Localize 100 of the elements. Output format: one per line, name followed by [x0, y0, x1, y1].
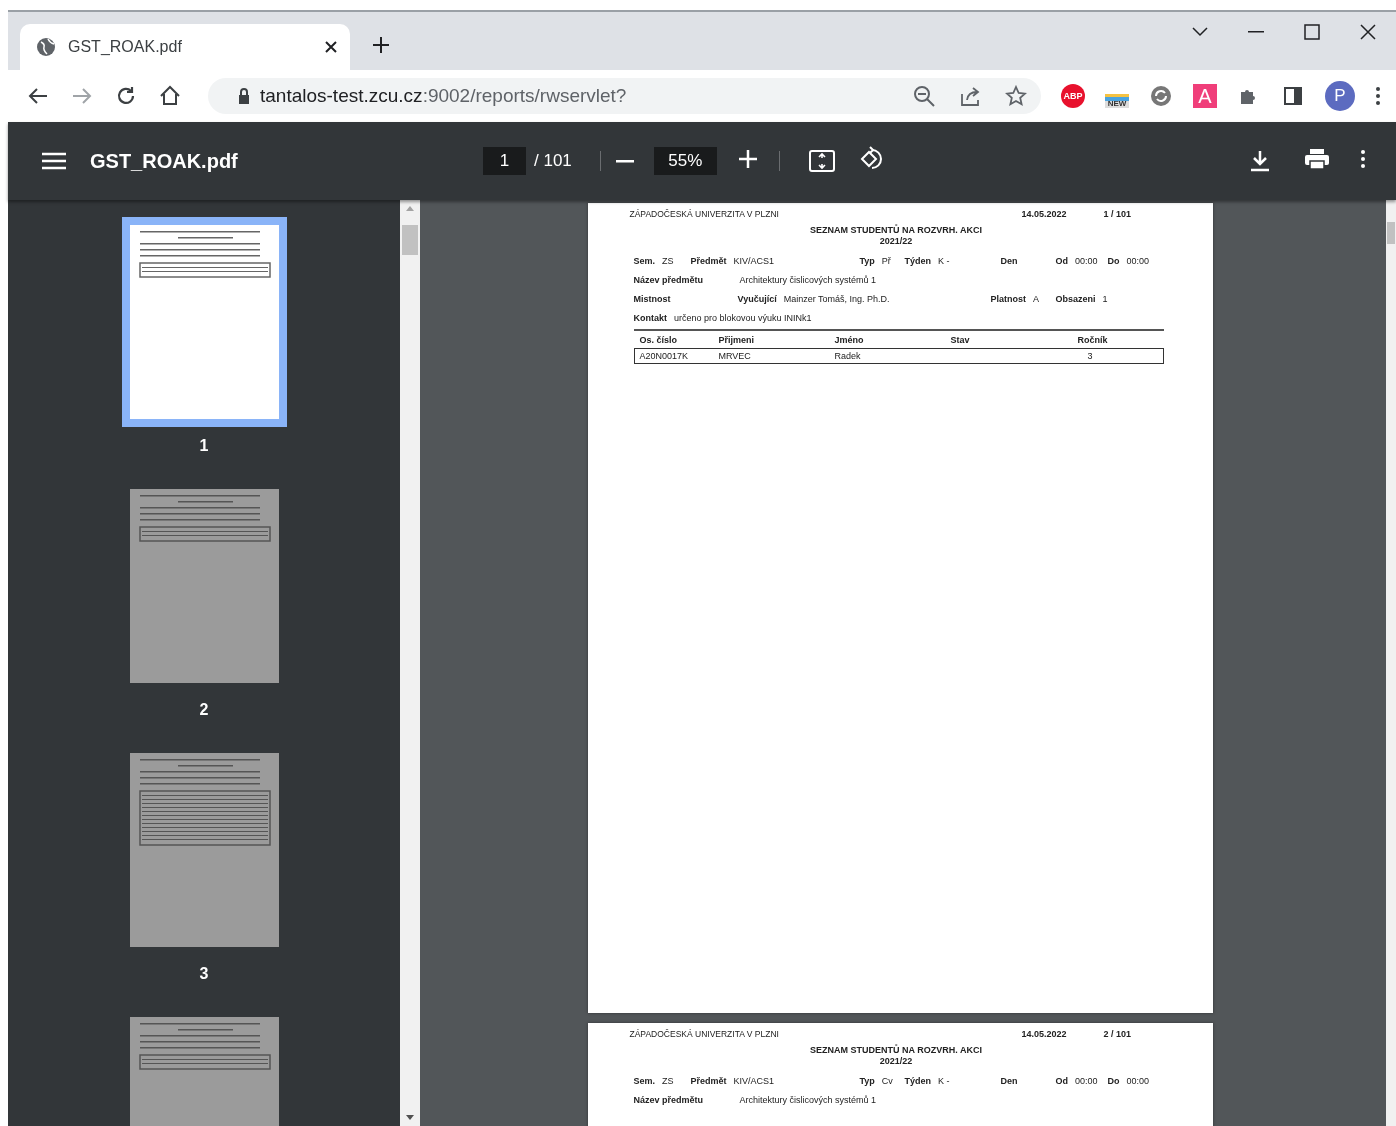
field-value: 00:00 [1126, 256, 1150, 266]
field-value: K - [938, 256, 950, 266]
field-label: Typ [859, 256, 875, 266]
zoom-in-icon[interactable] [738, 150, 757, 168]
scrollbar[interactable] [1386, 200, 1396, 1126]
field-label: Vyučující [737, 294, 777, 304]
field-label: Typ [859, 1076, 875, 1086]
field-label: Předmět [690, 1076, 727, 1086]
field-label: Do [1107, 256, 1120, 266]
field-value: určeno pro blokovou výuku ININk1 [674, 313, 812, 323]
new-tab-icon[interactable] [372, 36, 390, 54]
fit-page-icon[interactable] [808, 150, 835, 172]
field-value: Cv [881, 1076, 893, 1086]
table-cell: Radek [834, 351, 861, 361]
report-date: 14.05.2022 [1021, 1029, 1068, 1039]
field-label: Den [1000, 1076, 1018, 1086]
scroll-down-arrow-icon[interactable] [406, 1115, 414, 1120]
table-cell: MRVEC [718, 351, 751, 361]
rotate-icon[interactable] [858, 146, 885, 172]
report-title: SEZNAM STUDENTŮ NA ROZVRH. AKCI [810, 1045, 982, 1056]
adblock-extension-icon[interactable]: ABP [1061, 84, 1085, 108]
field-label: Název předmětu [633, 275, 705, 285]
share-icon[interactable] [959, 85, 981, 107]
table-cell: 3 [1087, 351, 1093, 361]
field-label: Do [1107, 1076, 1120, 1086]
field-value: Př [881, 256, 891, 266]
page-number: 1 / 101 [1103, 209, 1132, 219]
field-value: Architektury čislicových systémů 1 [739, 275, 877, 285]
thumbnail-page-number: 2 [199, 701, 209, 719]
maximize-icon[interactable] [1304, 24, 1320, 40]
field-value: KIV/ACS1 [733, 256, 775, 266]
menu-icon[interactable] [42, 152, 66, 170]
table-cell: A20N0017K [639, 351, 689, 361]
field-value: ZS [662, 1076, 674, 1086]
field-label: Od [1055, 256, 1068, 266]
column-header: Os. číslo [639, 335, 679, 345]
side-panel-icon[interactable] [1281, 84, 1305, 108]
thumbnail-page-number: 1 [199, 437, 209, 455]
page-thumbnail[interactable] [129, 753, 279, 947]
close-icon[interactable] [324, 40, 338, 54]
field-label: Den [1000, 256, 1018, 266]
zoom-out-icon[interactable] [615, 159, 634, 163]
globe-icon [36, 37, 56, 57]
lock-icon [238, 88, 250, 104]
field-value: 00:00 [1075, 256, 1098, 266]
field-label: Předmět [690, 256, 727, 266]
home-icon[interactable] [158, 84, 182, 108]
address-bar[interactable]: tantalos-test.zcu.cz:9002/reports/rwservlet? [208, 78, 1041, 114]
more-menu-icon[interactable] [1375, 86, 1381, 106]
sync-extension-icon[interactable] [1149, 84, 1173, 108]
field-value: A [1033, 294, 1040, 304]
field-value: KIV/ACS1 [733, 1076, 775, 1086]
field-value: K - [938, 1076, 950, 1086]
download-icon[interactable] [1250, 150, 1270, 172]
page-number-input[interactable]: 1 [483, 147, 526, 175]
column-header: Jméno [834, 335, 865, 345]
chevron-down-icon[interactable] [1192, 27, 1208, 37]
field-label: Obsazeni [1055, 294, 1096, 304]
field-value: ZS [662, 256, 674, 266]
field-label: Sem. [633, 1076, 655, 1086]
browser-tab[interactable]: GST_ROAK.pdf [20, 24, 350, 70]
column-header: Přijmeni [718, 335, 755, 345]
field-value: 1 [1102, 294, 1108, 304]
field-value: Architektury čislicových systémů 1 [739, 1095, 877, 1105]
more-menu-icon[interactable] [1360, 149, 1366, 169]
scrollbar-thumb[interactable] [402, 225, 418, 255]
field-label: Platnost [990, 294, 1026, 304]
profile-avatar[interactable]: P [1325, 81, 1355, 111]
field-label: Kontakt [633, 313, 667, 323]
minimize-icon[interactable] [1248, 31, 1264, 33]
thumbnail-page-number: 3 [199, 965, 209, 983]
field-label: Týden [904, 1076, 931, 1086]
scrollbar[interactable] [400, 200, 420, 1126]
university-name: ZÁPADOČESKÁ UNIVERZITA V PLZNI [629, 1029, 780, 1039]
university-name: ZÁPADOČESKÁ UNIVERZITA V PLZNI [629, 209, 780, 219]
close-icon[interactable] [1360, 24, 1376, 40]
page-count: / 101 [534, 151, 572, 171]
academic-year: 2021/22 [879, 236, 913, 247]
zoom-out-icon[interactable] [913, 85, 935, 107]
print-icon[interactable] [1304, 148, 1330, 170]
report-date: 14.05.2022 [1021, 209, 1068, 219]
field-label: Mistnost [633, 294, 671, 304]
field-label: Týden [904, 256, 931, 266]
column-header: Ročník [1077, 335, 1109, 345]
report-title: SEZNAM STUDENTŮ NA ROZVRH. AKCI [810, 225, 982, 236]
field-label: Název předmětu [633, 1095, 705, 1105]
document-title: GST_ROAK.pdf [90, 149, 239, 173]
star-icon[interactable] [1005, 85, 1027, 107]
field-label: Od [1055, 1076, 1068, 1086]
page-number: 2 / 101 [1103, 1029, 1132, 1039]
academic-year: 2021/22 [879, 1056, 913, 1067]
field-label: Sem. [633, 256, 655, 266]
scrollbar-thumb[interactable] [1387, 222, 1395, 244]
field-value: 00:00 [1126, 1076, 1150, 1086]
field-value: 00:00 [1075, 1076, 1098, 1086]
page-thumbnail[interactable] [129, 489, 279, 683]
field-value: Mainzer Tomáš, Ing. Ph.D. [783, 294, 890, 304]
letter-extension-icon[interactable]: A [1193, 84, 1217, 108]
column-header: Stav [950, 335, 971, 345]
zoom-level-field[interactable]: 55% [653, 147, 717, 175]
